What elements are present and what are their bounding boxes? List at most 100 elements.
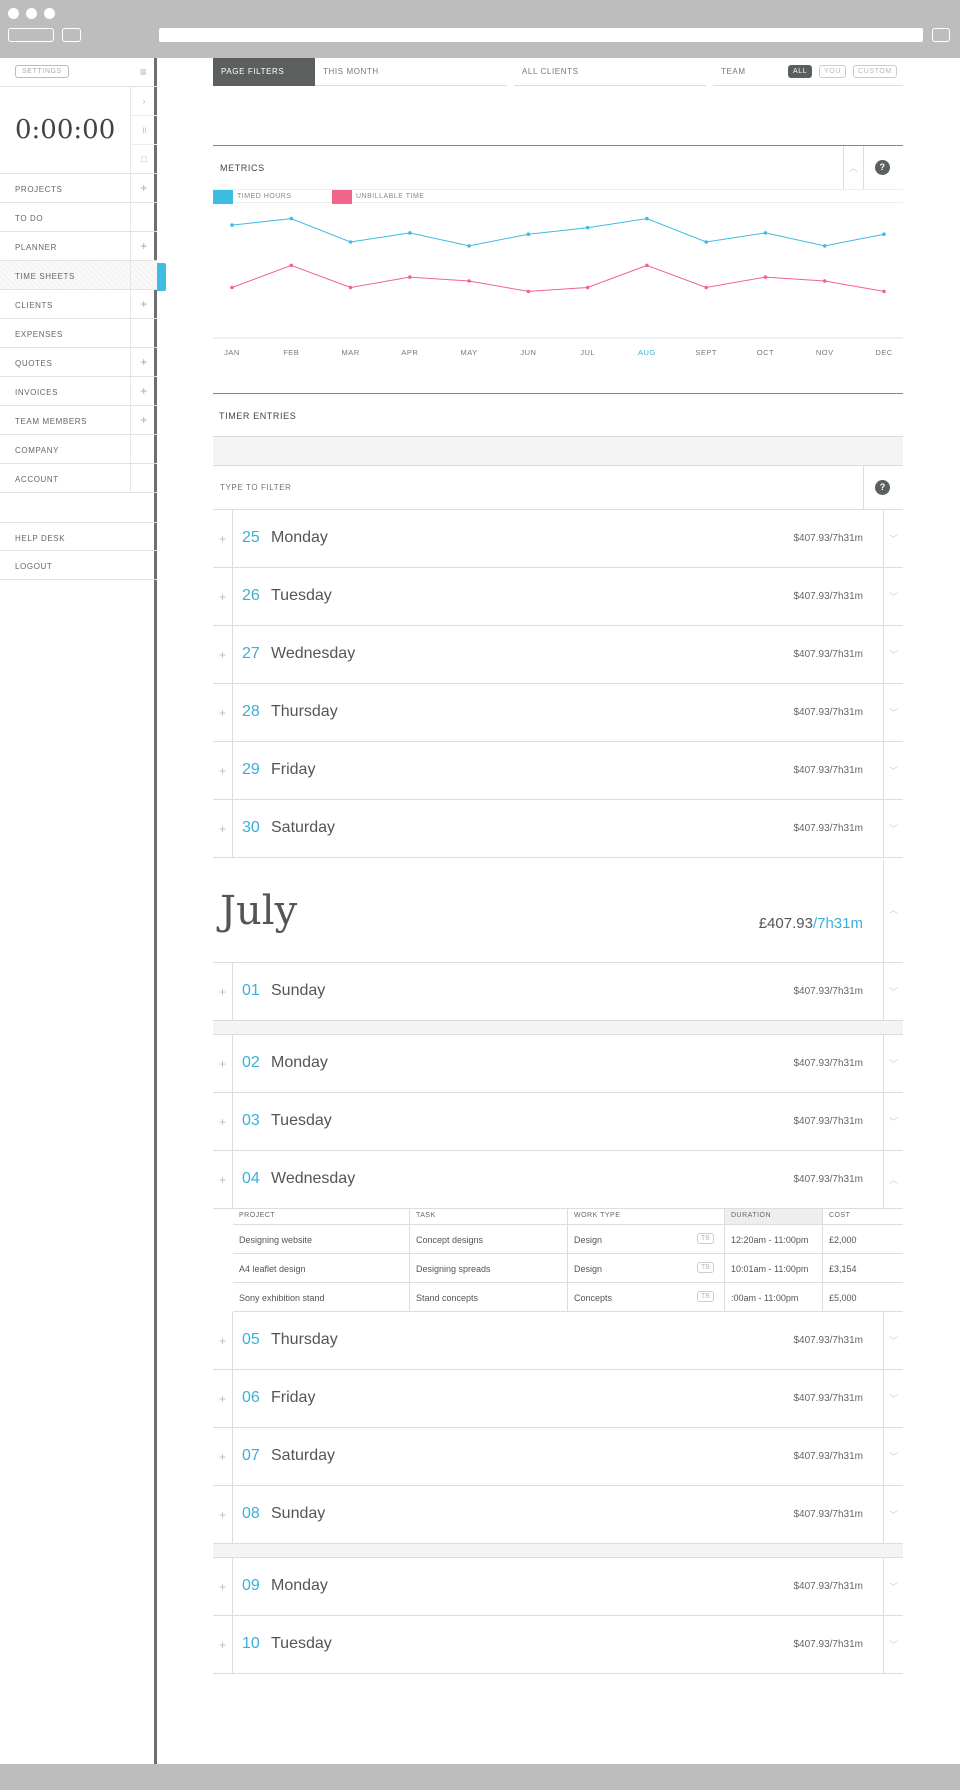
add-projects-icon[interactable]: + — [130, 174, 157, 202]
expand-day-icon[interactable]: ﹀ — [883, 1370, 903, 1428]
collapse-day-icon[interactable]: ︿ — [883, 1151, 903, 1209]
data-point[interactable] — [348, 240, 353, 244]
team-option-all[interactable]: ALL — [788, 65, 813, 78]
add-entry-icon[interactable]: + — [213, 568, 233, 626]
stop-icon[interactable]: □ — [130, 145, 157, 174]
day-row[interactable]: + 27 Wednesday $407.93/7h31m ﹀ — [213, 626, 903, 684]
expand-day-icon[interactable]: ﹀ — [883, 1035, 903, 1093]
table-row[interactable]: Sony exhibition stand Stand concepts Conce… — [233, 1283, 903, 1312]
data-point[interactable] — [467, 279, 471, 283]
expand-day-icon[interactable]: ﹀ — [883, 626, 903, 684]
expand-day-icon[interactable]: ﹀ — [883, 510, 903, 568]
add-clients-icon[interactable]: + — [130, 290, 157, 318]
back-forward-button[interactable] — [8, 28, 54, 42]
day-row[interactable]: + 07 Saturday $407.93/7h31m ﹀ — [213, 1428, 903, 1486]
add-entry-icon[interactable]: + — [213, 1035, 233, 1093]
collapse-month-icon[interactable]: ︿ — [883, 860, 903, 962]
add-entry-icon[interactable]: + — [213, 742, 233, 800]
sidebar-item-logout[interactable]: LOGOUT — [0, 551, 157, 580]
add-entry-icon[interactable]: + — [213, 626, 233, 684]
sidebar-item-company[interactable]: COMPANY — [0, 435, 157, 464]
add-entry-icon[interactable]: + — [213, 800, 233, 858]
expand-day-icon[interactable]: ﹀ — [883, 568, 903, 626]
add-entry-icon[interactable]: + — [213, 1616, 233, 1674]
filter-help-icon[interactable]: ? — [875, 480, 890, 495]
column-header-cost[interactable]: COST — [823, 1209, 903, 1224]
table-row[interactable]: A4 leaflet design Designing spreads Design… — [233, 1254, 903, 1283]
day-row[interactable]: + 04 Wednesday $407.93/7h31m ︿ — [213, 1151, 903, 1209]
data-point[interactable] — [289, 216, 294, 221]
add-to-do-icon[interactable] — [130, 203, 157, 231]
add-entry-icon[interactable]: + — [213, 1370, 233, 1428]
data-point[interactable] — [822, 279, 827, 283]
day-row[interactable]: + 06 Friday $407.93/7h31m ﹀ — [213, 1370, 903, 1428]
add-entry-icon[interactable]: + — [213, 684, 233, 742]
sidebar-item-team-members[interactable]: TEAM MEMBERS + — [0, 406, 157, 435]
address-bar[interactable] — [159, 28, 923, 42]
column-header-work-type[interactable]: WORK TYPE — [568, 1209, 725, 1224]
expand-day-icon[interactable]: ﹀ — [883, 1312, 903, 1370]
expand-day-icon[interactable]: ﹀ — [883, 1558, 903, 1616]
expand-day-icon[interactable]: ﹀ — [883, 742, 903, 800]
data-point[interactable] — [230, 285, 234, 290]
add-entry-icon[interactable]: + — [213, 963, 233, 1021]
tb-badge[interactable]: TB — [697, 1262, 714, 1273]
data-point[interactable] — [882, 289, 886, 294]
expand-day-icon[interactable]: ﹀ — [883, 800, 903, 858]
add-account-icon[interactable] — [130, 464, 157, 492]
data-point[interactable] — [230, 223, 234, 227]
add-entry-icon[interactable]: + — [213, 1151, 233, 1209]
day-row[interactable]: + 30 Saturday $407.93/7h31m ﹀ — [213, 800, 903, 858]
day-row[interactable]: + 10 Tuesday $407.93/7h31m ﹀ — [213, 1616, 903, 1674]
data-point[interactable] — [763, 275, 768, 279]
expand-day-icon[interactable]: ﹀ — [883, 963, 903, 1021]
day-row[interactable]: + 01 Sunday $407.93/7h31m ﹀ — [213, 963, 903, 1021]
data-point[interactable] — [585, 225, 590, 230]
data-point[interactable] — [408, 275, 412, 279]
sidebar-item-account[interactable]: ACCOUNT — [0, 464, 157, 493]
tb-badge[interactable]: TB — [697, 1291, 714, 1302]
expand-day-icon[interactable]: ﹀ — [883, 1616, 903, 1674]
day-row[interactable]: + 25 Monday $407.93/7h31m ﹀ — [213, 510, 903, 568]
data-point[interactable] — [289, 263, 294, 268]
data-point[interactable] — [822, 244, 827, 248]
play-icon[interactable]: › — [130, 87, 157, 116]
sidebar-item-help-desk[interactable]: HELP DESK — [0, 522, 157, 551]
tb-badge[interactable]: TB — [697, 1233, 714, 1244]
add-entry-icon[interactable]: + — [213, 1312, 233, 1370]
add-entry-icon[interactable]: + — [213, 1093, 233, 1151]
expand-day-icon[interactable]: ﹀ — [883, 1428, 903, 1486]
team-option-you[interactable]: YOU — [819, 65, 846, 78]
menu-icon[interactable]: ≡ — [130, 58, 157, 86]
data-point[interactable] — [348, 285, 353, 290]
day-row[interactable]: + 08 Sunday $407.93/7h31m ﹀ — [213, 1486, 903, 1544]
day-row[interactable]: + 26 Tuesday $407.93/7h31m ﹀ — [213, 568, 903, 626]
share-button[interactable] — [932, 28, 950, 42]
minimize-window-dot[interactable] — [26, 8, 37, 19]
sidebar-item-expenses[interactable]: EXPENSES — [0, 319, 157, 348]
data-point[interactable] — [467, 244, 471, 248]
sidebar-item-clients[interactable]: CLIENTS + — [0, 290, 157, 319]
add-quotes-icon[interactable]: + — [130, 348, 157, 376]
add-entry-icon[interactable]: + — [213, 1486, 233, 1544]
day-row[interactable]: + 02 Monday $407.93/7h31m ﹀ — [213, 1035, 903, 1093]
data-point[interactable] — [526, 232, 531, 236]
day-row[interactable]: + 29 Friday $407.93/7h31m ﹀ — [213, 742, 903, 800]
reload-button[interactable] — [62, 28, 81, 42]
sidebar-item-invoices[interactable]: INVOICES + — [0, 377, 157, 406]
expand-day-icon[interactable]: ﹀ — [883, 684, 903, 742]
sidebar-item-planner[interactable]: PLANNER + — [0, 232, 157, 261]
day-row[interactable]: + 03 Tuesday $407.93/7h31m ﹀ — [213, 1093, 903, 1151]
add-planner-icon[interactable]: + — [130, 232, 157, 260]
team-option-custom[interactable]: CUSTOM — [853, 65, 897, 78]
sidebar-item-projects[interactable]: PROJECTS + — [0, 174, 157, 203]
data-point[interactable] — [763, 231, 768, 235]
data-point[interactable] — [585, 285, 590, 290]
add-entry-icon[interactable]: + — [213, 510, 233, 568]
day-row[interactable]: + 28 Thursday $407.93/7h31m ﹀ — [213, 684, 903, 742]
add-company-icon[interactable] — [130, 435, 157, 463]
expand-day-icon[interactable]: ﹀ — [883, 1486, 903, 1544]
add-entry-icon[interactable]: + — [213, 1428, 233, 1486]
data-point[interactable] — [526, 289, 531, 294]
add-time-sheets-icon[interactable] — [130, 261, 157, 289]
